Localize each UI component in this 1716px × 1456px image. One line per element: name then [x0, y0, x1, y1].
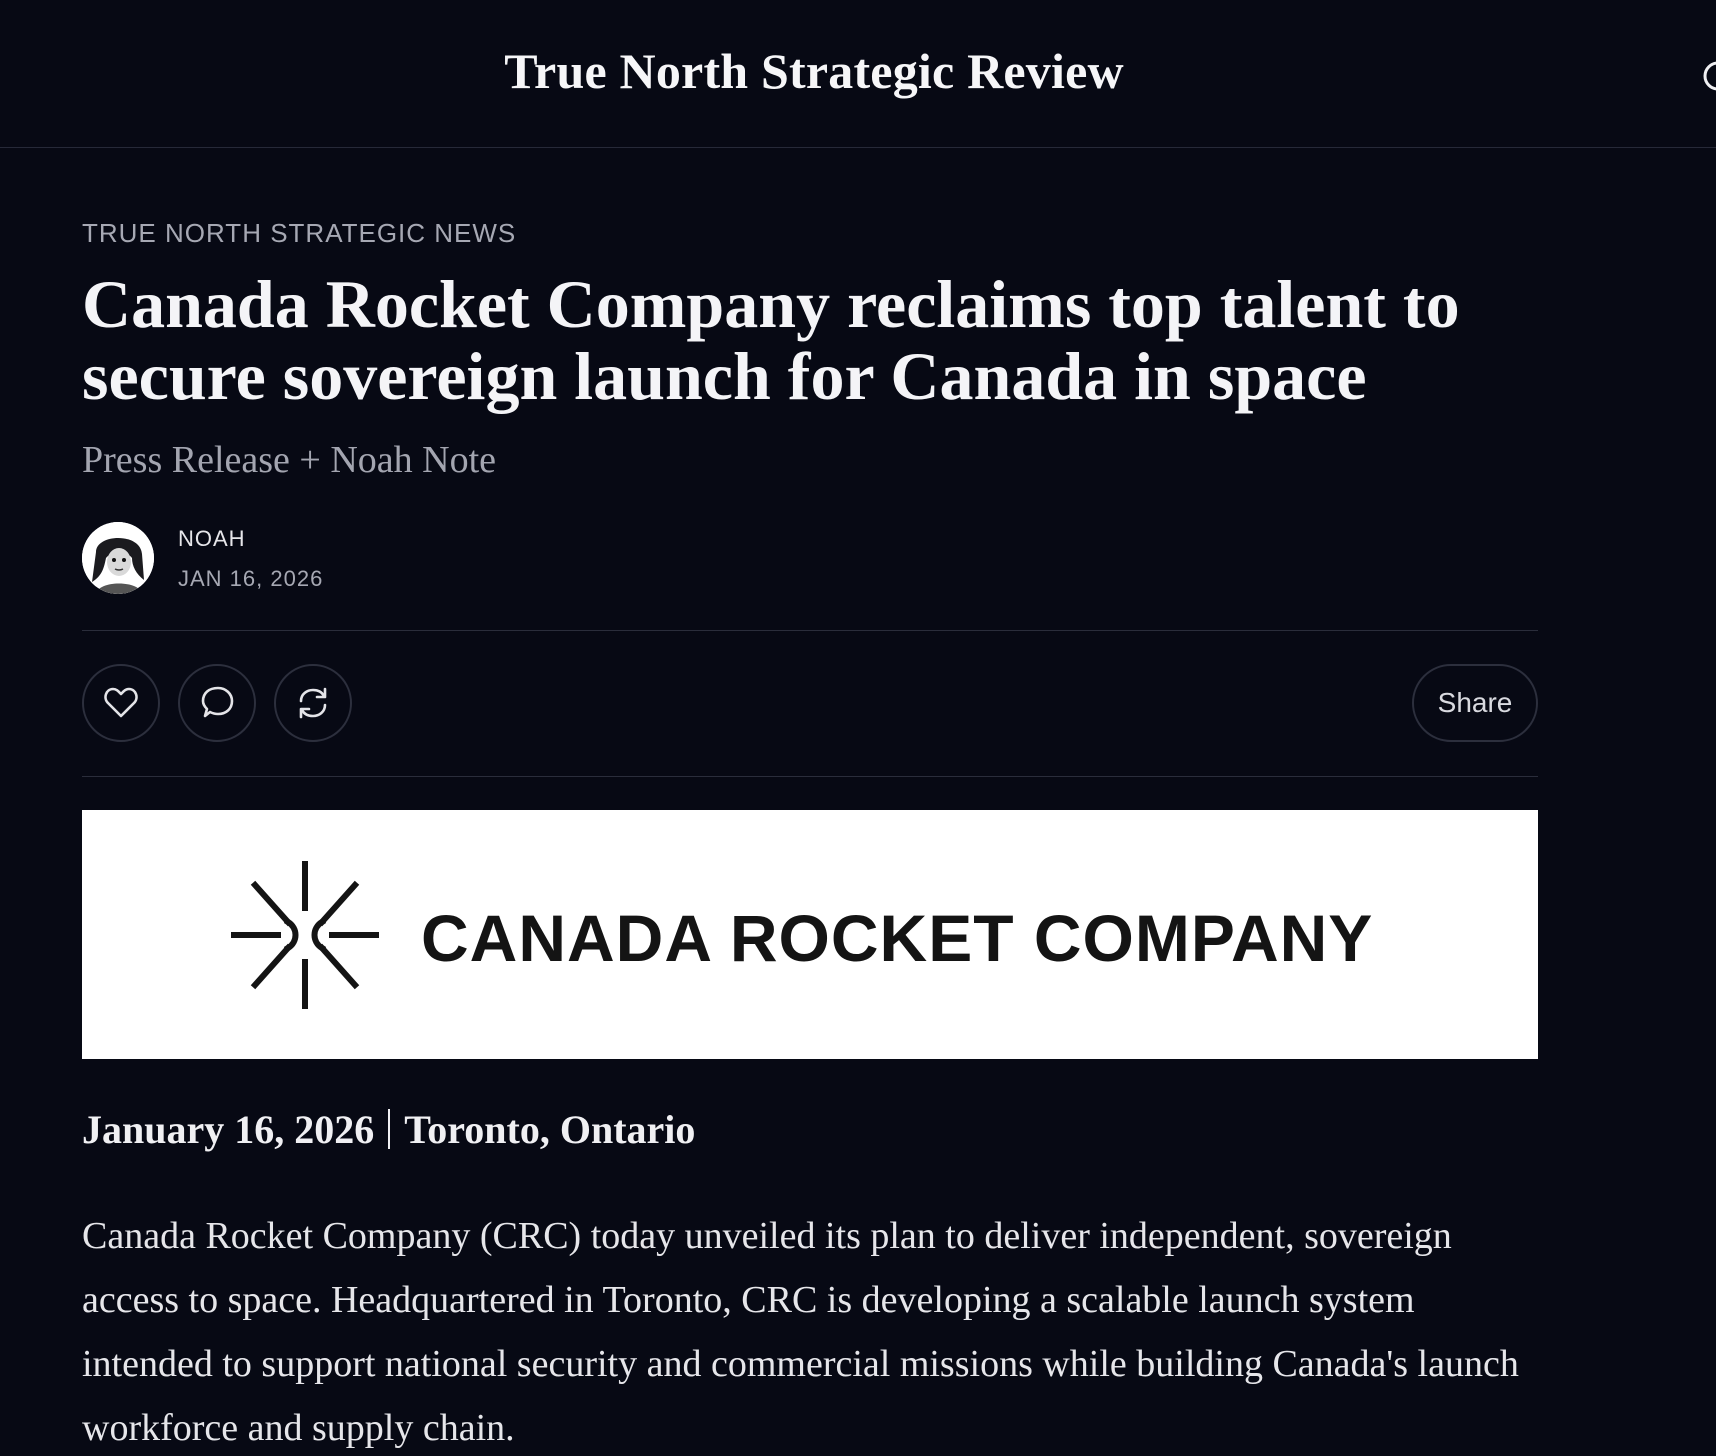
starburst-logo-icon: [231, 861, 379, 1009]
comment-button[interactable]: [178, 664, 256, 742]
article-title: Canada Rocket Company reclaims top talen…: [82, 266, 1460, 414]
banner-company-name: CANADA ROCKET COMPANY: [421, 901, 1374, 975]
restack-button[interactable]: [274, 664, 352, 742]
publish-date: JAN 16, 2026: [178, 566, 324, 591]
section-label[interactable]: TRUE NORTH STRATEGIC NEWS: [82, 218, 516, 249]
like-button[interactable]: [82, 664, 160, 742]
site-title[interactable]: True North Strategic Review: [0, 42, 1628, 100]
dateline-date: January 16, 2026: [82, 1107, 375, 1152]
dateline-place: Toronto, Ontario: [404, 1107, 696, 1152]
divider: [82, 630, 1538, 631]
author-name[interactable]: NOAH: [178, 526, 246, 552]
article-body-paragraph: Canada Rocket Company (CRC) today unveil…: [82, 1215, 1519, 1449]
article-subtitle: Press Release + Noah Note: [82, 439, 496, 481]
dateline-separator: [388, 1109, 391, 1149]
dateline: January 16, 2026 Toronto, Ontario: [82, 1106, 695, 1153]
heart-icon: [104, 687, 138, 718]
restack-icon: [299, 687, 327, 719]
share-button[interactable]: Share: [1412, 664, 1538, 742]
divider: [82, 776, 1538, 777]
top-bar: True North Strategic Review: [0, 0, 1716, 148]
search-icon[interactable]: [1700, 58, 1716, 98]
comment-icon: [201, 686, 234, 718]
avatar[interactable]: [82, 522, 154, 594]
hero-image: CANADA ROCKET COMPANY: [82, 810, 1538, 1059]
